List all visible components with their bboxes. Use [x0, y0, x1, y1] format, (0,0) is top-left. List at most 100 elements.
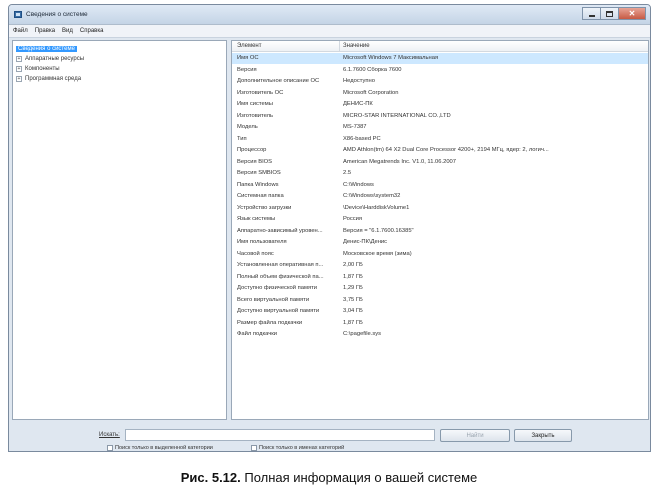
search-label: Искать: [99, 432, 120, 438]
table-row[interactable]: Папка Windows C:\Windows [232, 180, 648, 191]
value-cell: 3,75 ГБ [343, 296, 363, 303]
details-list[interactable]: Элемент Значение Имя ОС Microsoft Windows… [231, 40, 649, 420]
table-row[interactable]: Версия SMBIOS 2.5 [232, 168, 648, 179]
category-tree[interactable]: Сведения о системе + Аппаратные ресурсы … [12, 40, 227, 420]
item-cell: Доступно физической памяти [237, 285, 318, 291]
value-cell: \Device\HarddiskVolume1 [343, 204, 410, 211]
expand-icon[interactable]: + [16, 55, 22, 62]
value-cell: Microsoft Corporation [343, 89, 399, 96]
search-panel: Искать: Найти Закрыть Поиск только в выд… [9, 421, 650, 451]
table-row[interactable]: Доступно виртуальной памяти 3,04 ГБ [232, 306, 648, 317]
column-header-value[interactable]: Значение [343, 43, 370, 49]
table-row[interactable]: Изготовитель MICRO-STAR INTERNATIONAL CO.… [232, 111, 648, 122]
item-cell: Установленная оперативная п... [237, 262, 324, 268]
maximize-icon [606, 10, 613, 17]
search-category-names-option[interactable]: Поиск только в именах категорий [251, 445, 344, 451]
column-headers: Элемент Значение [232, 41, 648, 52]
menu-view[interactable]: Вид [62, 28, 73, 34]
maximize-button[interactable] [600, 7, 618, 20]
close-icon: ✕ [628, 8, 636, 18]
close-search-button[interactable]: Закрыть [514, 429, 572, 442]
system-info-app-icon [14, 11, 22, 18]
value-cell: Московское время (зима) [343, 250, 412, 257]
table-row[interactable]: Версия BIOS American Megatrends Inc. V1.0… [232, 157, 648, 168]
value-cell: MS-7387 [343, 124, 367, 130]
tree-item-components[interactable]: + Компоненты [16, 64, 60, 73]
table-row[interactable]: Доступно физической памяти 1,29 ГБ [232, 283, 648, 294]
item-cell: Дополнительное описание ОС [237, 78, 320, 84]
item-cell: Системная папка [237, 193, 284, 199]
column-header-item[interactable]: Элемент [237, 43, 261, 49]
checkbox[interactable] [251, 445, 257, 451]
table-row[interactable]: Имя ОС Microsoft Windows 7 Максимальная [232, 53, 648, 64]
table-row[interactable]: Устройство загрузки \Device\HarddiskVolum… [232, 203, 648, 214]
value-cell: 2.5 [343, 170, 352, 176]
search-input[interactable] [125, 429, 435, 441]
table-row[interactable]: Изготовитель ОС Microsoft Corporation [232, 88, 648, 99]
value-cell: Недоступно [343, 78, 375, 84]
checkbox[interactable] [107, 445, 113, 451]
item-cell: Доступно виртуальной памяти [237, 308, 320, 314]
table-row[interactable]: Всего виртуальной памяти 3,75 ГБ [232, 295, 648, 306]
table-row[interactable]: Тип X86-based PC [232, 134, 648, 145]
table-row[interactable]: Установленная оперативная п... 2,00 ГБ [232, 260, 648, 271]
item-cell: Язык системы [237, 216, 276, 222]
minimize-icon [588, 15, 595, 17]
item-cell: Папка Windows [237, 181, 279, 188]
value-cell: X86-based PC [343, 135, 381, 142]
checkbox-label: Поиск только в именах категорий [259, 445, 345, 451]
value-cell: C:\pagefile.sys [343, 331, 382, 337]
menu-bar: Файл Правка Вид Справка [9, 25, 650, 38]
item-cell: Файл подкачки [237, 331, 278, 337]
value-cell: AMD Athlon(tm) 64 X2 Dual Core Processor… [343, 147, 549, 153]
item-cell: Имя системы [237, 101, 273, 107]
tree-item-system-summary[interactable]: Сведения о системе [16, 44, 77, 53]
item-cell: Размер файла подкачки [237, 319, 303, 326]
item-cell: Часовой пояс [237, 250, 274, 257]
menu-edit[interactable]: Правка [35, 28, 55, 34]
table-row[interactable]: Дополнительное описание ОС Недоступно [232, 76, 648, 87]
table-row[interactable]: Язык системы Россия [232, 214, 648, 225]
minimize-button[interactable] [582, 7, 600, 20]
expand-icon[interactable]: + [16, 65, 22, 72]
menu-file[interactable]: Файл [13, 28, 28, 34]
window-controls: ✕ [582, 7, 646, 20]
search-selected-category-option[interactable]: Поиск только в выделенной категории [107, 445, 213, 451]
table-row[interactable]: Полный объем физической па... 1,87 ГБ [232, 272, 648, 283]
title-bar[interactable]: Сведения о системе ✕ [9, 5, 650, 25]
close-button[interactable]: ✕ [618, 7, 646, 20]
tree-item-label: Программная среда [25, 75, 82, 82]
table-row[interactable]: Версия 6.1.7600 Сборка 7600 [232, 65, 648, 76]
item-cell: Имя ОС [237, 55, 259, 61]
system-info-window: Сведения о системе ✕ Файл Правка Вид Спр… [8, 4, 651, 452]
value-cell: ДЕНИС-ПК [343, 101, 373, 107]
table-row[interactable]: Размер файла подкачки 1,87 ГБ [232, 318, 648, 329]
table-row[interactable]: Часовой пояс Московское время (зима) [232, 249, 648, 260]
window-title: Сведения о системе [26, 11, 88, 18]
table-row[interactable]: Файл подкачки C:\pagefile.sys [232, 329, 648, 340]
figure-caption-text: Полная информация о вашей системе [240, 470, 478, 485]
tree-item-hardware-resources[interactable]: + Аппаратные ресурсы [16, 54, 84, 63]
item-cell: Изготовитель ОС [237, 89, 284, 96]
figure-caption: Рис. 5.12. Полная информация о вашей сис… [0, 470, 658, 485]
tree-item-label: Сведения о системе [16, 45, 77, 52]
value-cell: Версия = "6.1.7600.16385" [343, 227, 414, 234]
table-row[interactable]: Имя пользователя Денис-ПК\Денис [232, 237, 648, 248]
table-row[interactable]: Системная папка C:\Windows\system32 [232, 191, 648, 202]
table-row[interactable]: Имя системы ДЕНИС-ПК [232, 99, 648, 110]
item-cell: Аппаратно-зависимый уровен... [237, 227, 323, 234]
expand-icon[interactable]: + [16, 75, 22, 82]
menu-help[interactable]: Справка [80, 28, 104, 34]
value-cell: 1,29 ГБ [343, 285, 363, 291]
table-row[interactable]: Аппаратно-зависимый уровен... Версия = "6… [232, 226, 648, 237]
item-cell: Процессор [237, 147, 267, 153]
column-divider[interactable] [339, 41, 340, 52]
value-cell: American Megatrends Inc. V1.0, 11.06.200… [343, 158, 456, 165]
table-row[interactable]: Процессор AMD Athlon(tm) 64 X2 Dual Core … [232, 145, 648, 156]
item-cell: Тип [237, 135, 247, 142]
tree-item-software-environment[interactable]: + Программная среда [16, 74, 81, 83]
figure-number: Рис. 5.12. [180, 470, 241, 485]
find-button[interactable]: Найти [440, 429, 510, 442]
value-cell: 6.1.7600 Сборка 7600 [343, 66, 402, 73]
table-row[interactable]: Модель MS-7387 [232, 122, 648, 133]
